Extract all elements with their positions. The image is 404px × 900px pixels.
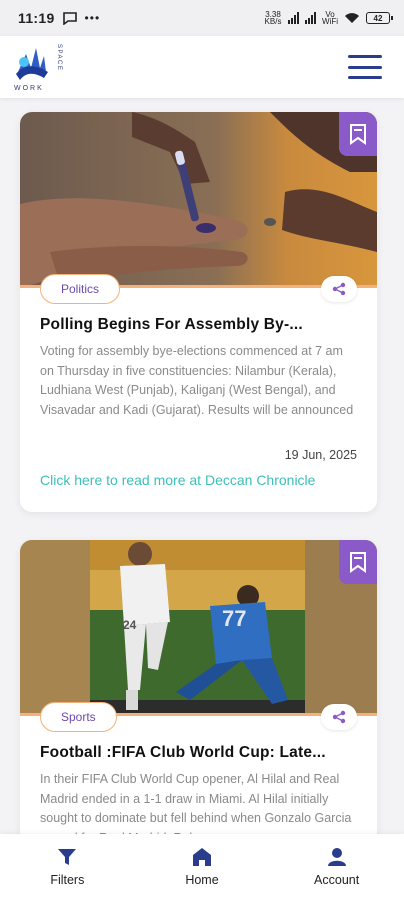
share-icon [332,710,346,724]
data-speed: 3.38 KB/s [264,10,282,26]
message-icon [62,11,77,25]
article-title[interactable]: Polling Begins For Assembly By-... [40,316,360,334]
nav-account[interactable]: Account [287,847,387,887]
nav-home[interactable]: Home [152,847,252,887]
status-time: 11:19 [18,10,55,26]
app-logo[interactable]: WORK SPACE [14,40,62,94]
bookmark-icon [350,124,366,145]
battery-icon: 42 [366,12,393,24]
signal-2-icon [305,12,316,24]
filter-icon [58,849,77,865]
nav-home-label: Home [185,873,219,887]
nav-filters[interactable]: Filters [17,847,117,887]
jersey-number-white: 24 [123,618,137,632]
logo-space: SPACE [56,44,62,72]
signal-icon [288,12,299,24]
hamburger-menu-icon[interactable] [348,55,382,79]
article-card[interactable]: 24 77 Sports Football :FIFA Club World C… [20,540,377,834]
battery-level: 42 [373,13,383,23]
wifi-icon [345,13,359,23]
share-button[interactable] [321,704,357,730]
more-dots-icon: ••• [84,11,101,25]
nav-account-label: Account [314,873,360,887]
voting-finger-image [20,112,377,288]
read-more-link[interactable]: Click here to read more at Deccan Chroni… [40,472,315,488]
article-image[interactable] [20,112,377,288]
article-date: 19 Jun, 2025 [284,448,357,462]
category-tag[interactable]: Sports [40,702,117,732]
home-icon [192,848,211,866]
share-button[interactable] [321,276,357,302]
article-image[interactable]: 24 77 [20,540,377,716]
article-card[interactable]: Politics Polling Begins For Assembly By-… [20,112,377,512]
article-title[interactable]: Football :FIFA Club World Cup: Late... [40,744,360,762]
share-icon [332,282,346,296]
hand-logo-icon [16,48,48,80]
app-header: WORK SPACE [0,36,404,98]
article-description: Voting for assembly bye-elections commen… [40,344,354,417]
jersey-number-blue: 77 [222,606,247,631]
bottom-nav: Filters Home Account [0,834,404,900]
category-tag[interactable]: Politics [40,274,121,304]
network-type: Vo WiFi [322,10,338,26]
logo-word: WORK [14,85,44,92]
status-bar: 11:19 ••• 3.38 KB/s Vo WiFi 42 [0,0,404,36]
bookmark-button[interactable] [339,112,377,156]
article-description: In their FIFA Club World Cup opener, Al … [40,772,352,834]
nav-filters-label: Filters [50,873,85,887]
bookmark-icon [350,552,366,573]
news-feed[interactable]: Politics Polling Begins For Assembly By-… [0,98,404,834]
user-icon [327,848,346,866]
football-match-image [20,540,377,716]
bookmark-button[interactable] [339,540,377,584]
